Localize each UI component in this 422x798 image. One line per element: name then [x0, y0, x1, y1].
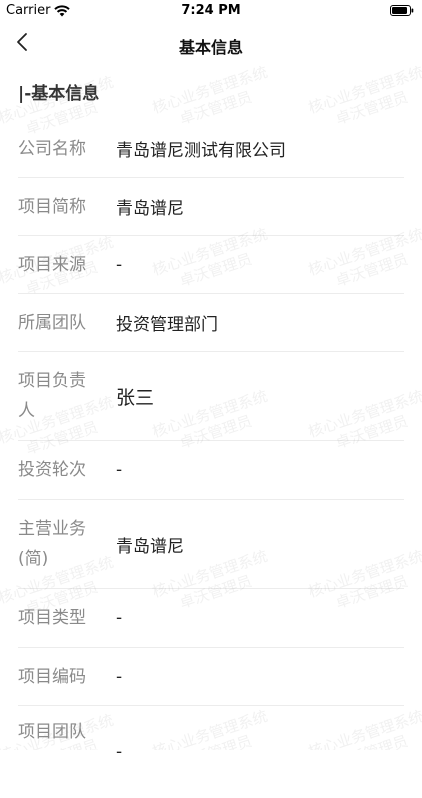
section-header: |-基本信息: [18, 84, 100, 104]
row-label: 项目团队: [18, 722, 86, 742]
info-row-main-business: 主营业务(简) 青岛谱尼: [18, 500, 404, 589]
info-row-company-name: 公司名称 青岛谱尼测试有限公司: [18, 120, 404, 178]
info-list: 公司名称 青岛谱尼测试有限公司 项目简称 青岛谱尼 项目来源 - 所属团队 投资…: [0, 120, 422, 798]
status-time: 7:24 PM: [181, 3, 241, 18]
row-value: -: [116, 254, 123, 275]
row-label: 项目编码: [18, 666, 86, 687]
battery-icon: [390, 5, 414, 16]
row-value: 青岛谱尼: [116, 536, 184, 557]
row-label: 项目负责人: [18, 371, 86, 421]
row-label: 所属团队: [18, 312, 86, 333]
info-row-project-short-name: 项目简称 青岛谱尼: [18, 178, 404, 236]
row-value: 青岛谱尼: [116, 199, 184, 219]
info-row-team: 所属团队 投资管理部门: [18, 294, 404, 352]
row-label: 项目类型: [18, 608, 86, 628]
row-label: 主营业务(简): [18, 519, 86, 569]
navigation-bar: 基本信息: [0, 22, 422, 66]
info-row-investment-round: 投资轮次 -: [18, 441, 404, 500]
info-row-project-source: 项目来源 -: [18, 236, 404, 294]
row-label: 公司名称: [18, 138, 86, 159]
row-value: -: [116, 460, 123, 480]
row-value: 投资管理部门: [116, 315, 218, 335]
row-label: 投资轮次: [18, 460, 86, 480]
row-value: 青岛谱尼测试有限公司: [116, 141, 286, 161]
page-title: 基本信息: [178, 38, 243, 57]
info-row-project-type: 项目类型 -: [18, 589, 404, 648]
row-value: -: [116, 666, 123, 687]
row-label: 项目来源: [18, 254, 86, 275]
row-label: 项目简称: [18, 196, 86, 217]
info-row-project-lead: 项目负责人 张三: [18, 352, 404, 441]
row-value: -: [116, 608, 123, 628]
info-row-project-code: 项目编码 -: [18, 648, 404, 706]
info-row-project-team: 项目团队 -: [18, 706, 404, 798]
status-bar: Carrier 7:24 PM: [0, 0, 422, 22]
row-value: 张三: [116, 386, 155, 409]
row-value: -: [116, 742, 123, 762]
